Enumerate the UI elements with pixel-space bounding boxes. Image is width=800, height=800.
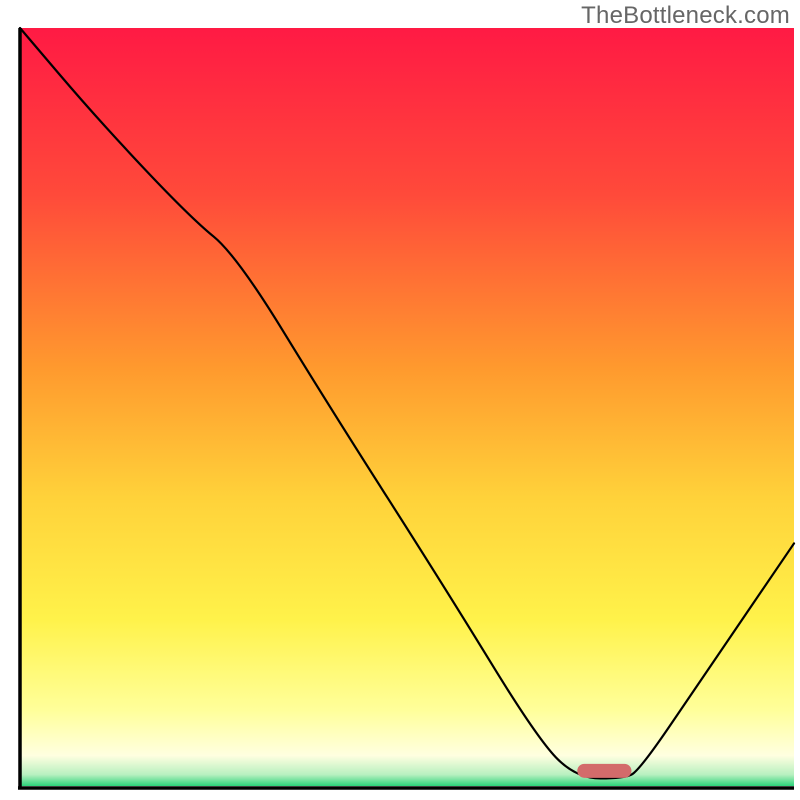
gradient-background [20, 28, 794, 786]
optimum-marker [577, 764, 631, 778]
chart-svg [0, 0, 800, 800]
watermark-text: TheBottleneck.com [581, 2, 790, 30]
chart-container: TheBottleneck.com [0, 0, 800, 800]
